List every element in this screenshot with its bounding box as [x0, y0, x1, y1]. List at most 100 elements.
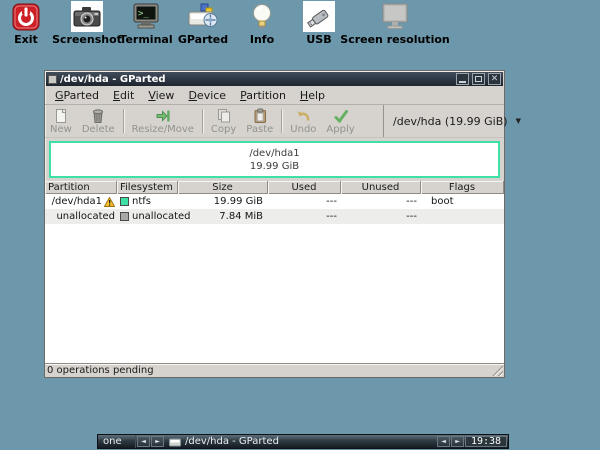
column-header-partition[interactable]: Partition: [45, 181, 117, 194]
device-selector[interactable]: /dev/hda (19.99 GiB) ▼: [383, 105, 521, 137]
desktop-icon-screenshot[interactable]: Screenshot: [52, 1, 122, 46]
table-row[interactable]: unallocated unallocated 7.84 MiB --- ---: [45, 209, 504, 224]
partition-block[interactable]: /dev/hda1 19.99 GiB: [49, 141, 500, 178]
undo-button[interactable]: Undo: [285, 105, 321, 137]
resize-arrow-icon: [156, 110, 170, 122]
trash-icon: [93, 109, 104, 123]
maximize-button[interactable]: [472, 73, 485, 85]
desktop-icon-terminal[interactable]: >_ Terminal: [119, 1, 173, 46]
dropdown-arrow-icon: ▼: [515, 117, 521, 125]
table-header: Partition Filesystem Size Used Unused Fl…: [45, 181, 504, 194]
apply-check-icon: [334, 110, 348, 124]
clock[interactable]: 19:38: [465, 436, 507, 447]
partition-block-label: /dev/hda1: [249, 147, 300, 159]
disk-gear-icon: [188, 1, 218, 32]
task-prev-button[interactable]: ◄: [437, 436, 450, 447]
menu-edit[interactable]: Edit: [106, 87, 141, 104]
menu-gparted[interactable]: GParted: [48, 87, 106, 104]
undo-icon: [297, 111, 310, 121]
used-cell: ---: [326, 196, 337, 207]
minimize-icon: [459, 81, 466, 83]
window-icon: [48, 74, 57, 84]
desktop-icon-label: Info: [249, 33, 275, 46]
desktop-icon-info[interactable]: Info: [240, 1, 284, 46]
menubar: GParted Edit View Device Partition Help: [45, 86, 504, 105]
menu-partition[interactable]: Partition: [233, 87, 293, 104]
flags-cell: [421, 209, 504, 224]
close-button[interactable]: ✕: [488, 73, 501, 85]
size-cell: 7.84 MiB: [219, 211, 263, 222]
desktop-icon-label: USB: [306, 33, 332, 46]
copy-button[interactable]: Copy: [206, 105, 241, 137]
window-title: /dev/hda - GParted: [60, 73, 166, 85]
delete-button[interactable]: Delete: [77, 105, 120, 137]
lightbulb-icon: [250, 1, 274, 32]
terminal-icon: >_: [132, 1, 160, 32]
resize-move-button[interactable]: Resize/Move: [127, 105, 199, 137]
used-cell: ---: [326, 211, 337, 222]
power-icon: [12, 1, 40, 32]
partition-block-size: 19.99 GiB: [249, 160, 300, 172]
column-header-flags[interactable]: Flags: [421, 181, 504, 194]
desktop-icon-label: Terminal: [119, 33, 173, 46]
desktop-icon-label: GParted: [177, 33, 229, 46]
desktop-icon-usb[interactable]: USB: [296, 1, 342, 46]
left-arrow-icon: ◄: [441, 438, 446, 445]
menu-view[interactable]: View: [141, 87, 181, 104]
workspace-prev-button[interactable]: ◄: [137, 436, 150, 447]
monitor-icon: [380, 1, 410, 32]
size-cell: 19.99 GiB: [213, 196, 263, 207]
copy-icon: [217, 109, 230, 123]
menu-help[interactable]: Help: [293, 87, 332, 104]
partition-table: Partition Filesystem Size Used Unused Fl…: [45, 181, 504, 363]
desktop-icon-label: Exit: [14, 33, 38, 46]
workspace-label[interactable]: one: [98, 435, 136, 448]
statusbar: 0 operations pending: [45, 363, 504, 377]
column-header-unused[interactable]: Unused: [341, 181, 421, 194]
desktop-icon-label: Screenshot: [52, 33, 122, 46]
statusbar-text: 0 operations pending: [47, 365, 154, 376]
menu-device[interactable]: Device: [181, 87, 233, 104]
toolbar-separator: [281, 109, 283, 133]
unused-cell: ---: [406, 196, 417, 207]
window-titlebar[interactable]: /dev/hda - GParted ✕: [46, 72, 503, 86]
device-selector-value: /dev/hda (19.99 GiB): [393, 114, 508, 128]
svg-text:>_: >_: [138, 9, 149, 19]
new-button[interactable]: New: [45, 105, 77, 137]
table-row[interactable]: /dev/hda1 ntfs 19.99 GiB --- --- boot: [45, 194, 504, 209]
flags-cell: boot: [431, 196, 454, 207]
right-arrow-icon: ►: [455, 438, 460, 445]
workspace-next-button[interactable]: ►: [151, 436, 164, 447]
close-icon: ✕: [490, 73, 499, 84]
column-header-used[interactable]: Used: [268, 181, 341, 194]
warning-icon: [104, 196, 115, 207]
minimize-button[interactable]: [456, 73, 469, 85]
desktop-icon-gparted[interactable]: GParted: [176, 1, 230, 46]
right-arrow-icon: ►: [155, 438, 160, 445]
desktop-icon-exit[interactable]: Exit: [6, 1, 46, 46]
paste-button[interactable]: Paste: [241, 105, 278, 137]
column-header-filesystem[interactable]: Filesystem: [117, 181, 178, 194]
filesystem-color-swatch: [120, 212, 129, 221]
gparted-window: /dev/hda - GParted ✕ GParted Edit View D…: [44, 70, 521, 378]
desktop-icon-screen-resolution[interactable]: Screen resolution: [340, 1, 450, 46]
resize-grip[interactable]: [492, 365, 503, 376]
task-label: /dev/hda - GParted: [185, 436, 279, 447]
taskbar: one ◄ ► /dev/hda - GParted ◄ ► 19:38: [97, 434, 509, 449]
left-arrow-icon: ◄: [141, 438, 146, 445]
partition-path: /dev/hda1: [51, 196, 102, 207]
usb-stick-icon: [303, 1, 335, 32]
toolbar-separator: [122, 109, 124, 133]
partition-path: unallocated: [56, 211, 115, 222]
camera-icon: [71, 1, 103, 32]
paste-icon: [254, 108, 266, 123]
taskbar-task-gparted[interactable]: /dev/hda - GParted: [164, 435, 436, 448]
toolbar-separator: [201, 109, 203, 133]
task-next-button[interactable]: ►: [451, 436, 464, 447]
toolbar: New Delete Resize/Move Copy Paste Undo A…: [45, 105, 521, 138]
desktop-icon-label: Screen resolution: [340, 33, 450, 46]
apply-button[interactable]: Apply: [321, 105, 359, 137]
column-header-size[interactable]: Size: [178, 181, 268, 194]
task-drive-icon: [169, 438, 181, 446]
